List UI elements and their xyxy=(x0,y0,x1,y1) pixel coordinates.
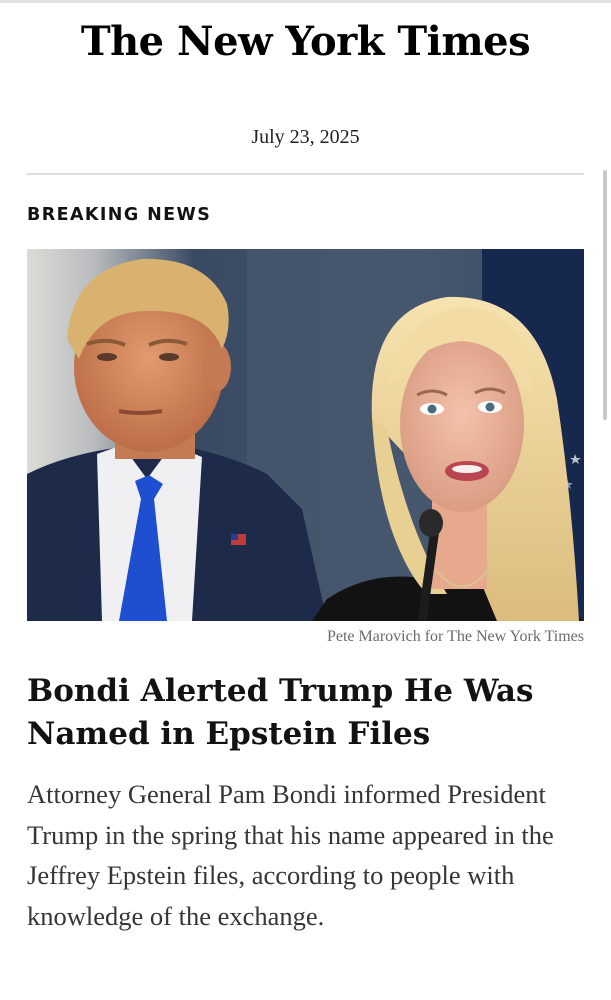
article-photo-illustration xyxy=(27,249,584,621)
nyt-logo[interactable]: The New York Times xyxy=(0,14,611,70)
breaking-news-label: BREAKING NEWS xyxy=(27,205,212,225)
header-divider xyxy=(27,173,584,175)
top-border xyxy=(0,0,611,3)
article-photo[interactable] xyxy=(27,249,584,621)
article-summary: Attorney General Pam Bondi informed Pres… xyxy=(27,779,554,931)
photo-credit: Pete Marovich for The New York Times xyxy=(326,628,584,645)
scrollbar[interactable] xyxy=(603,170,607,420)
issue-date: July 23, 2025 xyxy=(251,126,360,148)
article-headline[interactable]: Bondi Alerted Trump He Was Named in Epst… xyxy=(27,670,584,756)
